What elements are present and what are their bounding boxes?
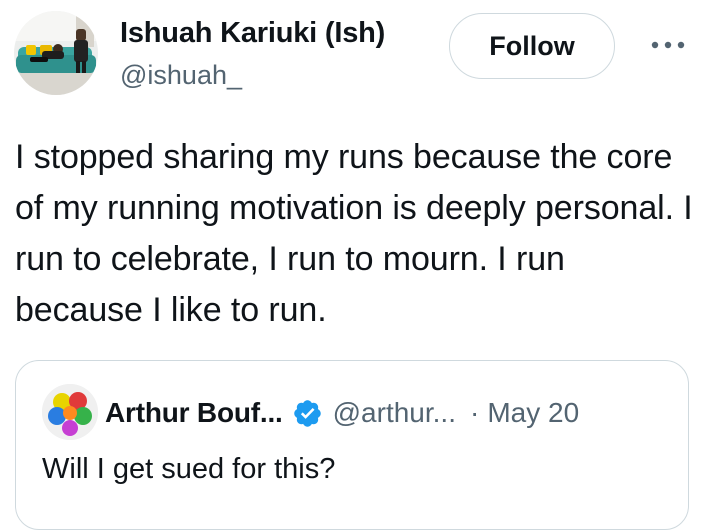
- quoted-tweet-header: Arthur Bouf... @arthur... · May 20: [105, 397, 579, 429]
- verified-badge-icon: [292, 398, 323, 429]
- meta-separator: ·: [470, 397, 480, 428]
- author-name[interactable]: Ishuah Kariuki (Ish): [120, 17, 385, 50]
- quoted-author-avatar[interactable]: [42, 384, 98, 440]
- author-handle[interactable]: @ishuah_: [120, 60, 242, 91]
- quoted-tweet-text: Will I get sued for this?: [42, 453, 336, 485]
- more-horizontal-icon: [651, 41, 685, 49]
- follow-button-label: Follow: [489, 30, 575, 61]
- follow-button[interactable]: Follow: [449, 13, 615, 79]
- quoted-author-name[interactable]: Arthur Bouf...: [105, 397, 283, 429]
- more-options-button[interactable]: [648, 33, 688, 57]
- quoted-tweet-date[interactable]: May 20: [487, 397, 579, 429]
- quoted-tweet-card[interactable]: Arthur Bouf... @arthur... · May 20 Will …: [15, 360, 689, 530]
- avatar-photo: [14, 11, 98, 95]
- quoted-avatar-image: [42, 384, 98, 440]
- quoted-author-handle[interactable]: @arthur...: [333, 397, 456, 429]
- tweet-text: I stopped sharing my runs because the co…: [15, 138, 693, 329]
- author-avatar[interactable]: [14, 11, 98, 95]
